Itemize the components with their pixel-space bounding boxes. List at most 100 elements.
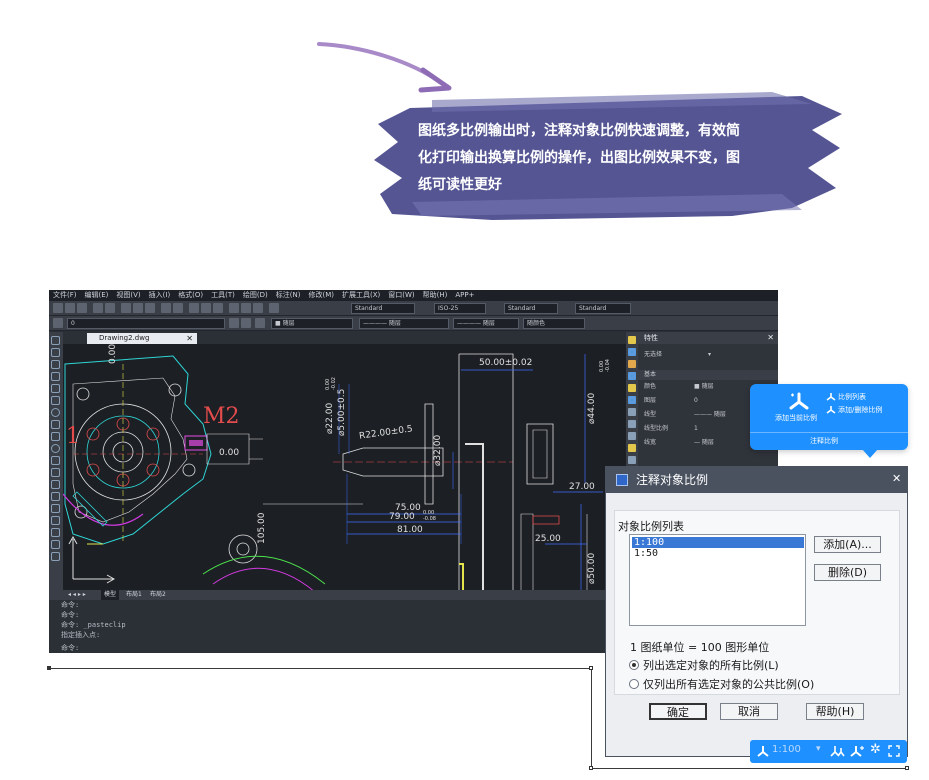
redo-icon[interactable]: [173, 303, 183, 313]
radio-checked-icon[interactable]: [629, 660, 639, 670]
menu-item[interactable]: 工具(T): [207, 290, 239, 301]
stretch-icon[interactable]: [628, 432, 636, 440]
insert-block-icon[interactable]: [51, 468, 60, 477]
list-item[interactable]: 1:50: [632, 548, 804, 559]
radio-list-all[interactable]: 列出选定对象的所有比例(L): [629, 657, 779, 673]
gradient-icon[interactable]: [51, 516, 60, 525]
extend-icon[interactable]: [628, 456, 636, 464]
tab-layout2[interactable]: 布局2: [147, 590, 169, 600]
ok-button[interactable]: 确定: [649, 703, 707, 720]
open-icon[interactable]: [65, 303, 75, 313]
menu-item[interactable]: 标注(N): [272, 290, 305, 301]
menu-item[interactable]: 文件(F): [49, 290, 81, 301]
mirror-icon[interactable]: [628, 360, 636, 368]
gear-icon[interactable]: ✲: [870, 742, 881, 757]
revcloud-icon[interactable]: [51, 420, 60, 429]
tab-layout1[interactable]: 布局1: [123, 590, 145, 600]
add-current-scale-icon[interactable]: [788, 392, 810, 410]
menu-item[interactable]: 绘图(D): [239, 290, 272, 301]
add-current-scale-label[interactable]: 添加当前比例: [775, 413, 817, 423]
polyline-icon[interactable]: [51, 360, 60, 369]
tab-model[interactable]: 模型: [101, 590, 120, 600]
spline-icon[interactable]: [51, 432, 60, 441]
tab-nav-icon[interactable]: ◂ ◂ ▸ ▸: [65, 590, 89, 600]
properties-icon[interactable]: [229, 303, 239, 313]
add-delete-scale-icon[interactable]: [826, 405, 836, 414]
scale-list-label[interactable]: 比例列表: [838, 392, 866, 402]
layer-manager-icon[interactable]: [53, 318, 63, 328]
selection-row[interactable]: 无选择 ▾: [638, 350, 778, 360]
point-icon[interactable]: [51, 492, 60, 501]
current-scale[interactable]: 1:100: [772, 744, 801, 755]
text-style-select[interactable]: Standard: [351, 303, 415, 314]
list-item[interactable]: 1:100: [632, 537, 804, 548]
array-icon[interactable]: [628, 384, 636, 392]
help-button[interactable]: 帮助(H): [806, 703, 864, 720]
hatch-icon[interactable]: [51, 504, 60, 513]
line-icon[interactable]: [51, 336, 60, 345]
menu-item[interactable]: 视图(V): [112, 290, 144, 301]
trim-icon[interactable]: [628, 444, 636, 452]
delete-button[interactable]: 删除(D): [814, 564, 881, 581]
make-current-icon[interactable]: [229, 318, 239, 328]
annotation-visibility-icon[interactable]: [830, 745, 846, 757]
color-select[interactable]: ■ 随层: [271, 318, 353, 329]
layer-states-icon[interactable]: [255, 318, 265, 328]
menu-item[interactable]: 帮助(H): [419, 290, 452, 301]
drawing-canvas[interactable]: M2 1 0.00 0.00 105.00 50.00±0.02 ⌀22.00 …: [63, 344, 626, 594]
radio-unchecked-icon[interactable]: [629, 679, 639, 689]
make-block-icon[interactable]: [51, 480, 60, 489]
xline-icon[interactable]: [51, 348, 60, 357]
ellipse-icon[interactable]: [51, 444, 60, 453]
menu-item[interactable]: 修改(M): [304, 290, 338, 301]
cut-icon[interactable]: [121, 303, 131, 313]
menu-item[interactable]: 格式(O): [174, 290, 207, 301]
fullscreen-icon[interactable]: [888, 745, 900, 757]
chevron-down-icon[interactable]: ▾: [816, 744, 821, 754]
copy-icon[interactable]: [133, 303, 143, 313]
close-icon[interactable]: ✕: [892, 472, 901, 486]
auto-add-scale-icon[interactable]: [850, 745, 866, 757]
copy-object-icon[interactable]: [628, 348, 636, 356]
menu-item[interactable]: 窗口(W): [384, 290, 418, 301]
menu-item[interactable]: APP+: [451, 290, 478, 301]
design-center-icon[interactable]: [241, 303, 251, 313]
scale-listbox[interactable]: 1:100 1:50: [629, 534, 806, 626]
close-tab-icon[interactable]: ✕: [186, 333, 193, 344]
add-button[interactable]: 添加(A)...: [814, 536, 881, 553]
region-icon[interactable]: [51, 528, 60, 537]
offset-icon[interactable]: [628, 372, 636, 380]
tool-palette-icon[interactable]: [253, 303, 263, 313]
zoom-icon[interactable]: [201, 303, 211, 313]
preview-icon[interactable]: [105, 303, 115, 313]
plot-style-select[interactable]: 随颜色: [523, 318, 585, 329]
new-icon[interactable]: [53, 303, 63, 313]
scale-icon[interactable]: [628, 420, 636, 428]
zoom-window-icon[interactable]: [213, 303, 223, 313]
document-tab[interactable]: Drawing2.dwg ✕: [87, 333, 197, 344]
circle-icon[interactable]: [51, 408, 60, 417]
menu-item[interactable]: 编辑(E): [81, 290, 113, 301]
command-input[interactable]: 命令:: [61, 643, 79, 653]
pan-icon[interactable]: [189, 303, 199, 313]
ellipse-arc-icon[interactable]: [51, 456, 60, 465]
arc-icon[interactable]: [51, 396, 60, 405]
print-icon[interactable]: [93, 303, 103, 313]
multileader-style-select[interactable]: Standard: [575, 303, 631, 314]
add-delete-scale-label[interactable]: 添加/删除比例: [838, 405, 882, 415]
menu-item[interactable]: 扩展工具(X): [338, 290, 384, 301]
save-icon[interactable]: [77, 303, 87, 313]
table-style-select[interactable]: Standard: [504, 303, 558, 314]
layer-select[interactable]: 0: [67, 318, 225, 329]
properties-close-icon[interactable]: ✕: [767, 333, 774, 342]
table-icon[interactable]: [51, 540, 60, 549]
section-basic[interactable]: 基本: [638, 370, 778, 380]
dim-style-select[interactable]: ISO-25: [434, 303, 486, 314]
radio-list-common[interactable]: 仅列出所有选定对象的公共比例(O): [629, 676, 814, 692]
scale-list-icon[interactable]: [826, 392, 836, 401]
rectangle-icon[interactable]: [51, 384, 60, 393]
polygon-icon[interactable]: [51, 372, 60, 381]
linetype-select[interactable]: ———— 随层: [359, 318, 449, 329]
chevron-down-icon[interactable]: ▾: [708, 350, 711, 360]
menu-item[interactable]: 插入(I): [145, 290, 175, 301]
